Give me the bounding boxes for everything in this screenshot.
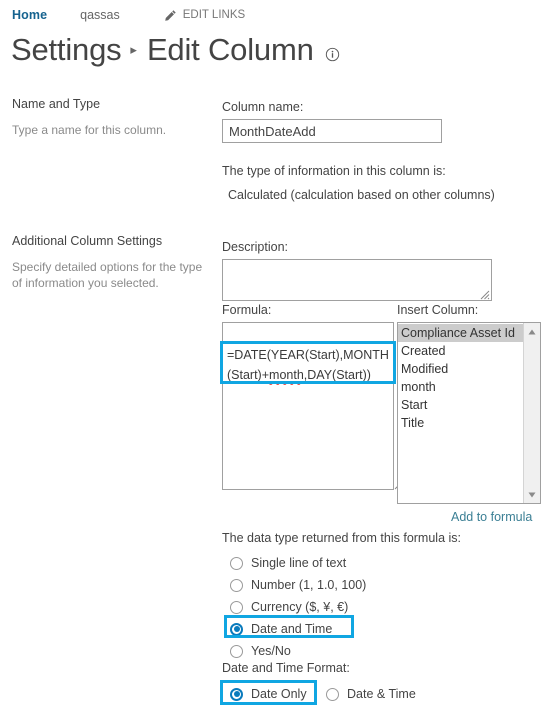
- radio-label: Number (1, 1.0, 100): [251, 578, 367, 592]
- radio-indicator[interactable]: [326, 687, 339, 701]
- description-label: Description:: [222, 240, 288, 254]
- data-type-group-label: The data type returned from this formula…: [222, 531, 461, 545]
- radio-date-and-time-format[interactable]: Date & Time: [326, 684, 416, 704]
- scroll-up-arrow-icon[interactable]: [524, 323, 540, 340]
- formula-label: Formula:: [222, 303, 272, 317]
- column-name-label: Column name:: [222, 100, 304, 114]
- pencil-icon: [164, 9, 177, 22]
- radio-label: Yes/No: [251, 644, 291, 658]
- section-additional-column-settings: Additional Column Settings Specify detai…: [12, 234, 212, 291]
- insert-column-option[interactable]: Compliance Asset Id: [398, 324, 523, 342]
- radio-currency[interactable]: Currency ($, ¥, €): [230, 597, 348, 617]
- type-of-information-label: The type of information in this column i…: [222, 164, 446, 178]
- description-textarea[interactable]: [222, 259, 492, 301]
- section-description: Type a name for this column.: [12, 123, 167, 137]
- info-icon[interactable]: [325, 47, 340, 62]
- edit-links-button[interactable]: EDIT LINKS: [164, 9, 245, 22]
- insert-column-label: Insert Column:: [397, 303, 479, 317]
- breadcrumb-settings-link[interactable]: Settings: [11, 32, 122, 68]
- page-title: Edit Column: [146, 32, 314, 67]
- radio-date-only[interactable]: Date Only: [230, 684, 307, 704]
- listbox-scrollbar[interactable]: [523, 323, 540, 503]
- insert-column-option[interactable]: Start: [398, 396, 523, 414]
- nav-link-site[interactable]: qassas: [80, 8, 120, 22]
- radio-date-and-time[interactable]: Date and Time: [230, 619, 332, 639]
- radio-number[interactable]: Number (1, 1.0, 100): [230, 575, 366, 595]
- add-to-formula-link[interactable]: Add to formula: [451, 510, 532, 524]
- formula-textarea[interactable]: [222, 322, 394, 490]
- section-description: Specify detailed options for the type of…: [12, 260, 203, 290]
- radio-yes-no[interactable]: Yes/No: [230, 641, 291, 661]
- insert-column-option[interactable]: Title: [398, 414, 523, 432]
- insert-column-option[interactable]: Modified: [398, 360, 523, 378]
- radio-indicator[interactable]: [230, 644, 243, 658]
- insert-column-option[interactable]: Created: [398, 342, 523, 360]
- radio-label: Date and Time: [251, 622, 333, 636]
- radio-label: Date Only: [251, 687, 307, 701]
- insert-column-option[interactable]: month: [398, 378, 523, 396]
- radio-indicator[interactable]: [230, 687, 243, 701]
- nav-link-home[interactable]: Home: [12, 8, 47, 22]
- insert-column-listbox[interactable]: Compliance Asset Id Created Modified month S…: [397, 322, 541, 504]
- radio-label: Date & Time: [347, 687, 416, 701]
- radio-indicator[interactable]: [230, 600, 243, 614]
- radio-indicator[interactable]: [230, 578, 243, 592]
- radio-label: Single line of text: [251, 556, 347, 570]
- scroll-down-arrow-icon[interactable]: [524, 486, 540, 503]
- section-heading: Additional Column Settings: [12, 234, 163, 248]
- type-of-information-value: Calculated (calculation based on other c…: [228, 188, 495, 202]
- radio-single-line-of-text[interactable]: Single line of text: [230, 553, 346, 573]
- column-name-input[interactable]: [222, 119, 442, 143]
- radio-indicator[interactable]: [230, 622, 243, 636]
- insert-column-option-list: Compliance Asset Id Created Modified month S…: [398, 323, 523, 503]
- top-navigation-bar: Home qassas EDIT LINKS: [0, 0, 552, 30]
- section-name-and-type: Name and Type Type a name for this colum…: [12, 97, 212, 138]
- edit-links-label: EDIT LINKS: [182, 9, 246, 21]
- date-time-format-group-label: Date and Time Format:: [222, 661, 350, 675]
- radio-indicator[interactable]: [230, 556, 243, 570]
- breadcrumb-separator: ▸: [130, 42, 137, 57]
- page-title-row: Settings ▸ Edit Column: [11, 32, 340, 68]
- radio-label: Currency ($, ¥, €): [251, 600, 349, 614]
- section-heading: Name and Type: [12, 97, 101, 111]
